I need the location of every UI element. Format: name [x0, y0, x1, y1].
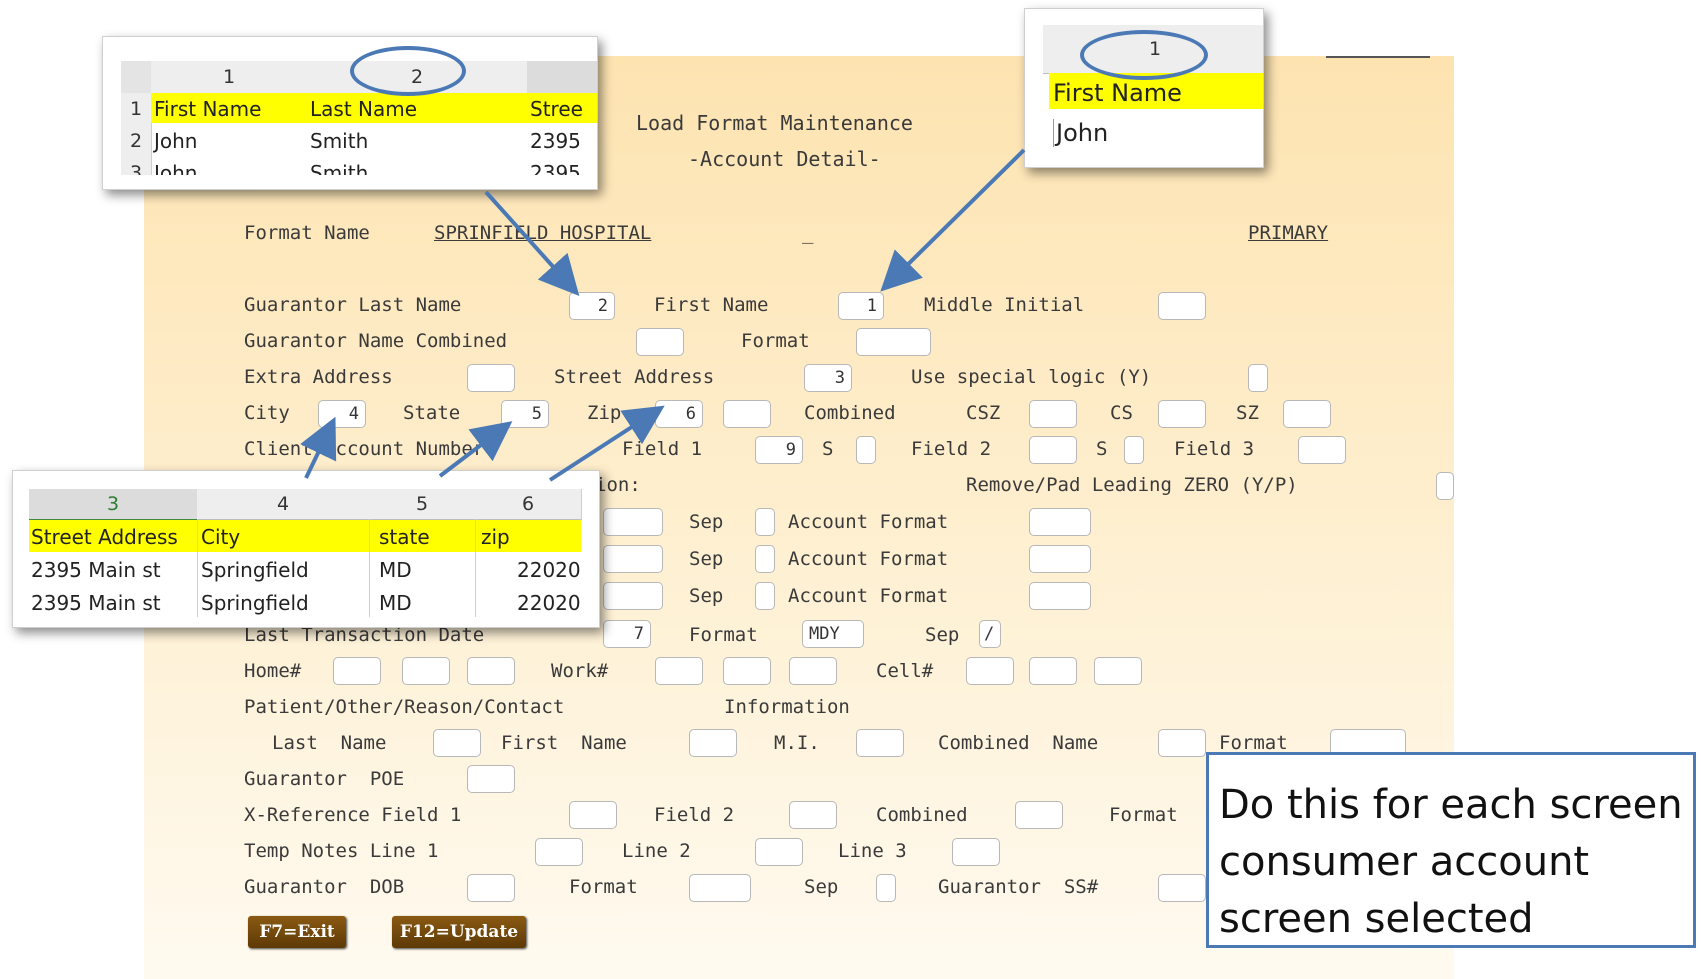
arrow-to-city	[300, 416, 337, 479]
arrow-to-first-name	[880, 148, 1026, 292]
arrow-to-zip	[548, 405, 665, 482]
annotation-arrows	[300, 148, 1026, 482]
arrow-to-last-name	[484, 190, 580, 296]
arrow-to-state	[438, 421, 513, 478]
